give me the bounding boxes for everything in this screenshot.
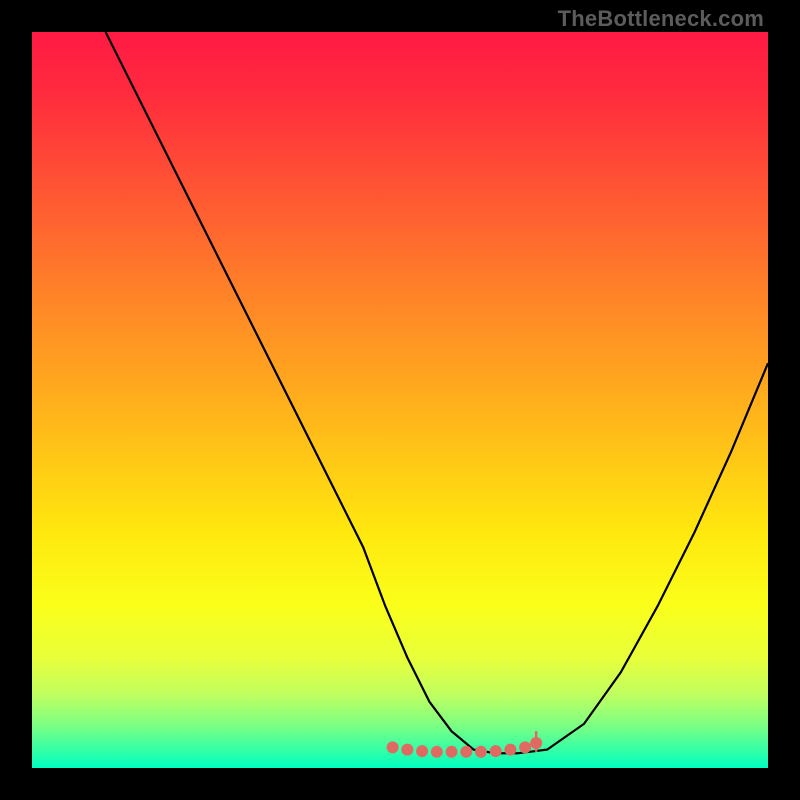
bottom-dot: [431, 746, 443, 758]
bottom-dots-group: [387, 737, 543, 758]
bottom-dot: [504, 744, 516, 756]
bottom-dot: [460, 746, 472, 758]
curve-line: [106, 32, 768, 753]
bottom-dot: [446, 746, 458, 758]
bottom-dot: [416, 745, 428, 757]
chart-container: TheBottleneck.com: [0, 0, 800, 800]
bottom-dot: [519, 741, 531, 753]
watermark-text: TheBottleneck.com: [558, 6, 764, 32]
bottom-dot: [490, 745, 502, 757]
chart-svg: [32, 32, 768, 768]
bottom-dot: [475, 746, 487, 758]
bottom-dot: [401, 744, 413, 756]
bottom-dot: [387, 741, 399, 753]
plot-area: [32, 32, 768, 768]
